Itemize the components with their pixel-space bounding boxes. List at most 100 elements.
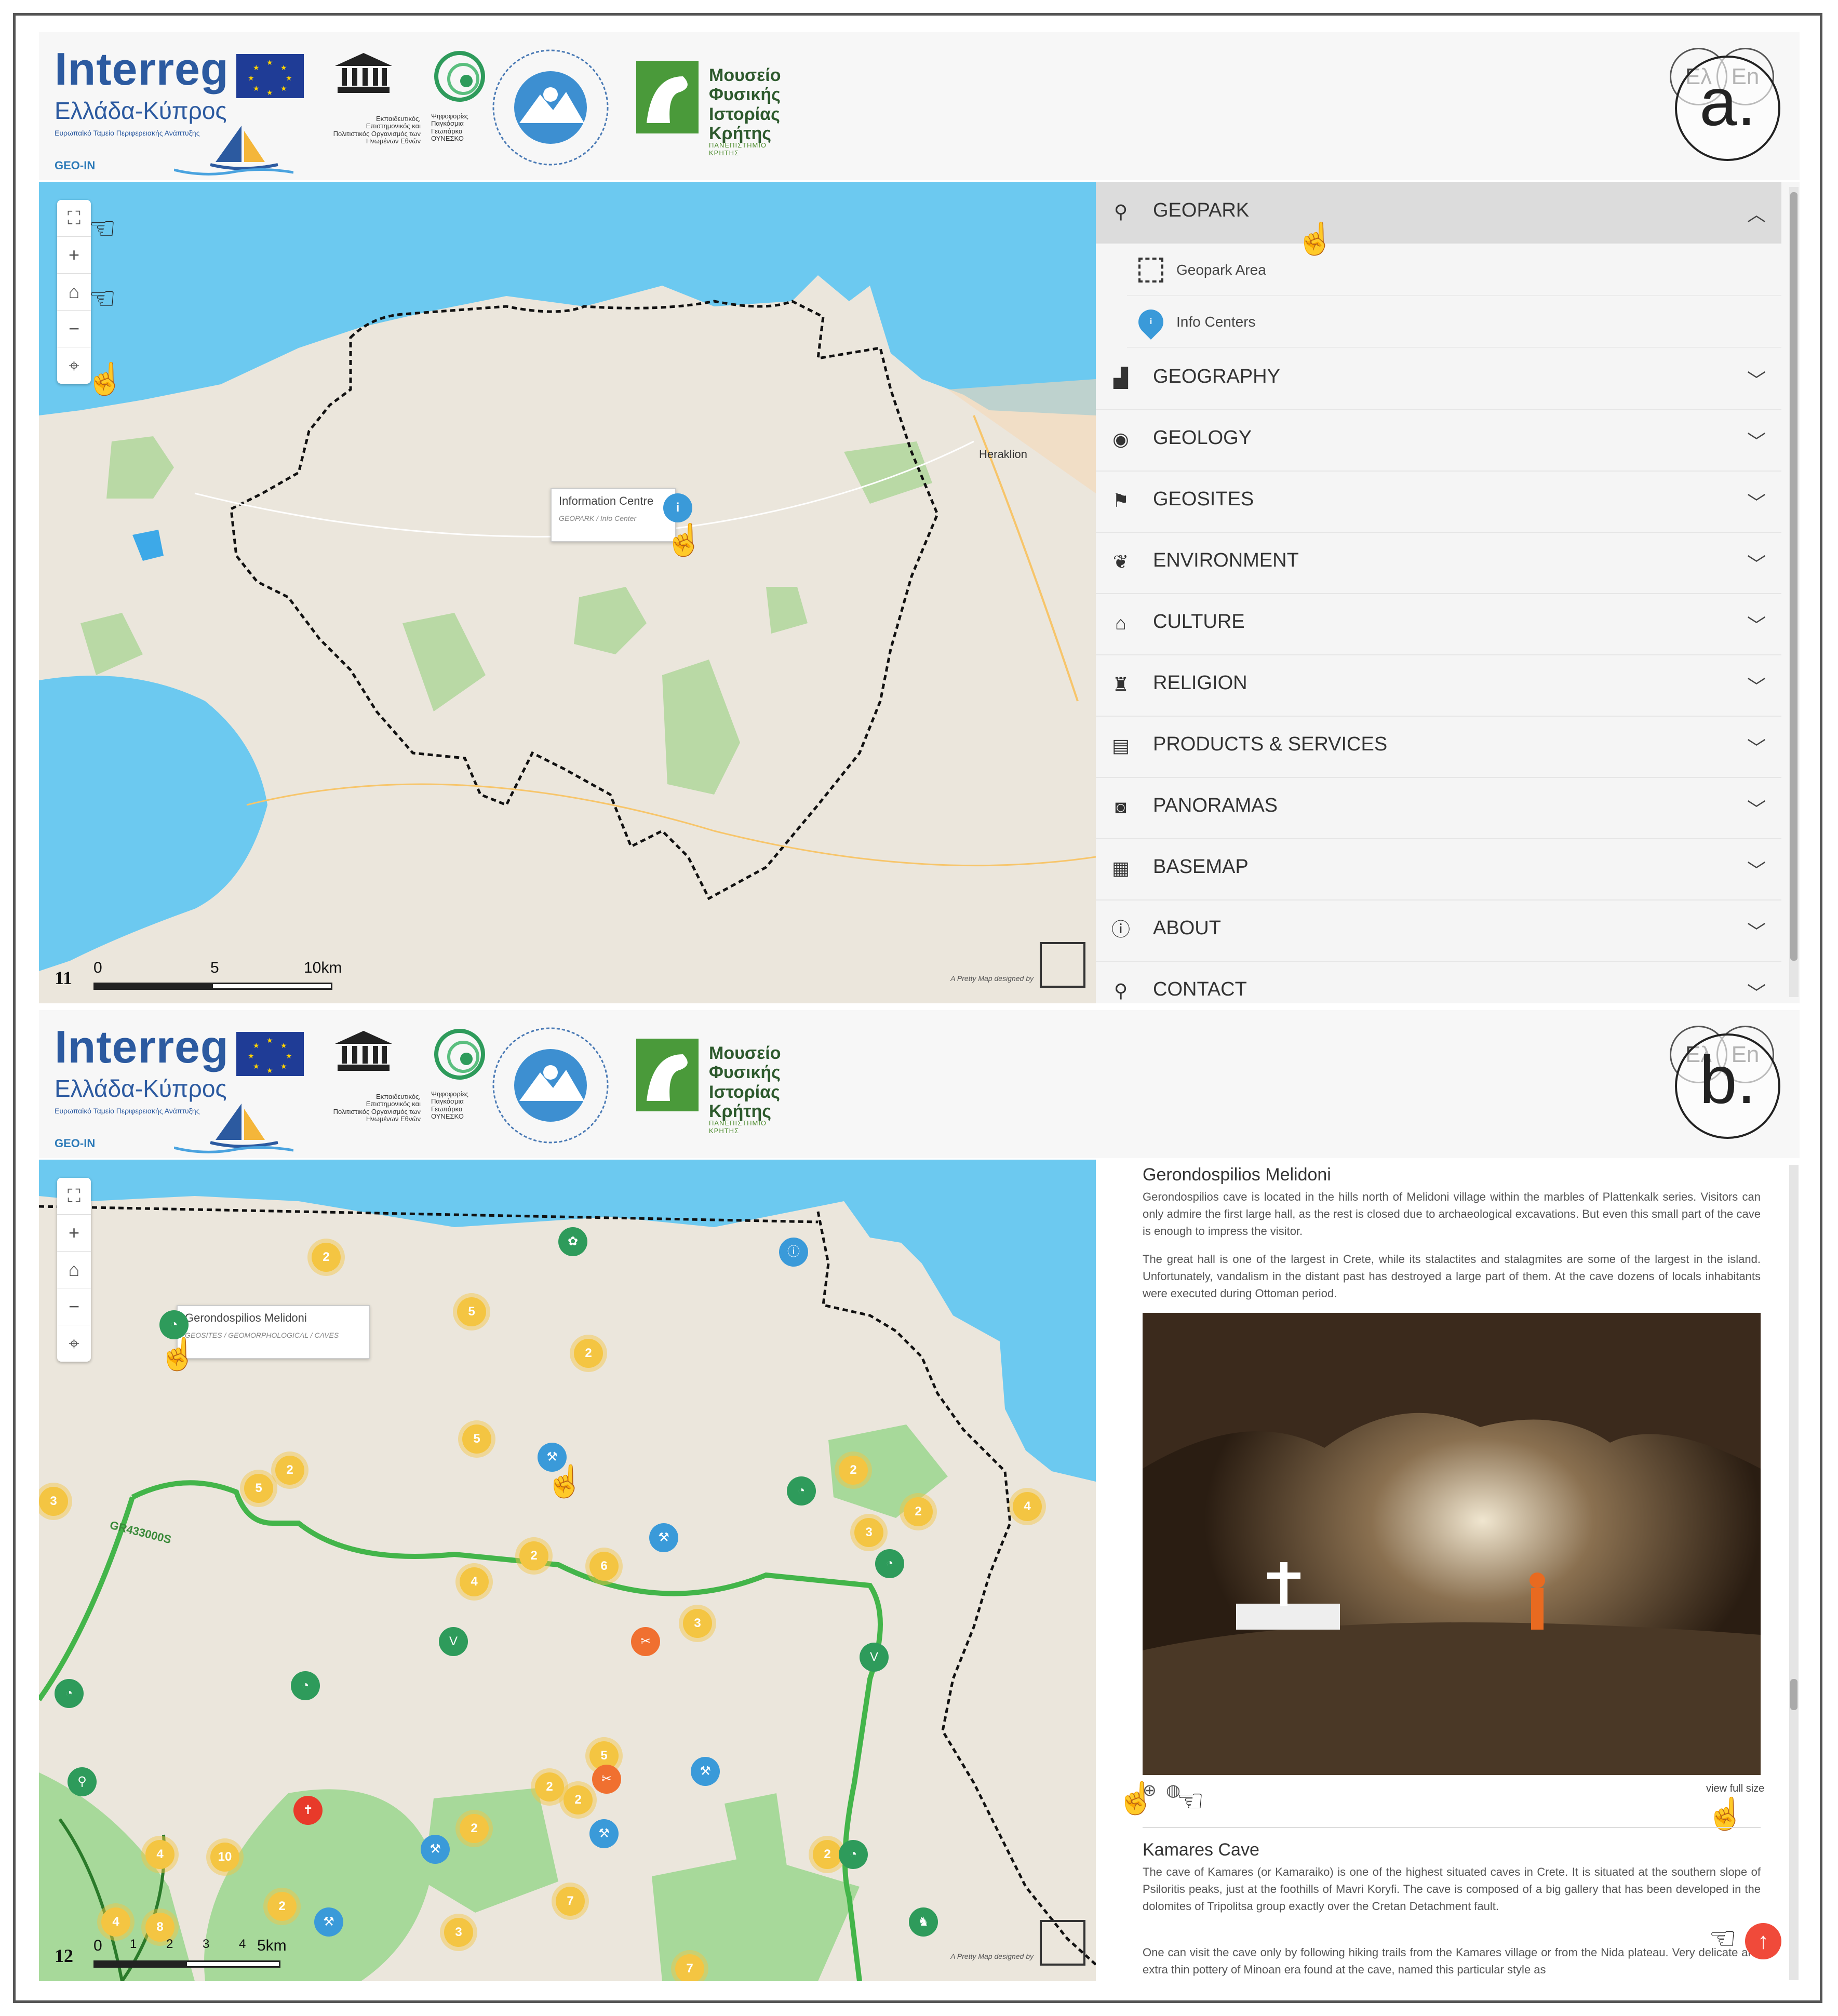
panel-a: Interreg Ελλάδα-Κύπρος Ευρωπαϊκό Ταμείο … xyxy=(39,32,1800,1003)
menu-item-about[interactable]: ⓘ ABOUT ﹀ xyxy=(1096,899,1781,962)
menu-item-panoramas[interactable]: ◙ PANORAMAS ﹀ xyxy=(1096,777,1781,839)
museum-logo: Μουσείο Φυσικής Ιστορίας Κρήτης ΠΑΝΕΠΙΣΤΗΜΙ… xyxy=(631,56,797,159)
fossil-marker-icon[interactable]: ✂ xyxy=(592,1765,621,1794)
cave-marker-icon[interactable]: ◔ xyxy=(839,1840,868,1869)
cluster-marker[interactable]: 2 xyxy=(460,1814,489,1843)
home-icon[interactable]: ⌂ xyxy=(57,274,91,311)
cluster-marker[interactable]: 3 xyxy=(444,1918,473,1947)
cluster-marker[interactable]: 4 xyxy=(1013,1492,1042,1521)
mine-marker-icon[interactable]: ⚒ xyxy=(589,1819,619,1848)
menu-item-geography[interactable]: ▟ GEOGRAPHY ﹀ xyxy=(1096,348,1781,410)
compass-icon: ◉ xyxy=(1112,428,1129,450)
animal-marker-icon[interactable]: ♞ xyxy=(909,1907,938,1937)
info-center-tooltip: Information Centre GEOPARK / Info Center xyxy=(551,488,676,542)
cluster-marker[interactable]: 2 xyxy=(535,1772,564,1802)
menu-item-geology[interactable]: ◉ GEOLOGY ﹀ xyxy=(1096,409,1781,472)
cave-marker-icon[interactable]: ◔ xyxy=(291,1671,320,1700)
unesco-logo: Εκπαιδευτικός, Επιστημονικός και Πολιτισ… xyxy=(332,50,421,165)
locate-icon[interactable]: ⌖ xyxy=(57,1325,91,1362)
info-marker-icon[interactable]: ⓘ xyxy=(779,1238,808,1267)
cluster-marker[interactable]: 2 xyxy=(275,1456,304,1485)
cluster-marker[interactable]: 2 xyxy=(904,1497,933,1526)
cluster-marker[interactable]: 4 xyxy=(101,1907,130,1937)
overview-map-icon[interactable] xyxy=(1040,1920,1085,1966)
cave-photo[interactable] xyxy=(1143,1313,1761,1775)
mine-marker-icon[interactable]: ⚒ xyxy=(314,1907,343,1937)
sidebar-scrollbar[interactable] xyxy=(1789,187,1799,997)
cluster-marker[interactable]: 2 xyxy=(839,1456,868,1485)
unesco-text: Εκπαιδευτικός, Επιστημονικός και Πολιτισ… xyxy=(333,115,421,145)
pointer-hand-icon: ☝ xyxy=(86,361,125,396)
cluster-marker[interactable]: 5 xyxy=(462,1424,491,1454)
map-view-b[interactable]: ⛶ + ⌂ − ⌖ GR433000S Gerondospilios Melid… xyxy=(39,1160,1096,1981)
unesco-text: Εκπαιδευτικός, Επιστημονικός και Πολιτισ… xyxy=(333,1093,421,1123)
menu-item-basemap[interactable]: ▦ BASEMAP ﹀ xyxy=(1096,838,1781,901)
cluster-marker[interactable]: 7 xyxy=(556,1887,585,1916)
cluster-marker[interactable]: 6 xyxy=(589,1552,619,1581)
menu-item-products-services[interactable]: ▤ PRODUCTS & SERVICES ﹀ xyxy=(1096,716,1781,778)
museum-name: Μουσείο Φυσικής Ιστορίας Κρήτης xyxy=(709,1043,781,1122)
psiloritis-geopark-logo xyxy=(488,1023,613,1148)
chevron-down-icon: ﹀ xyxy=(1747,983,1766,1003)
cave-marker-icon[interactable]: ◔ xyxy=(875,1549,904,1578)
cluster-marker[interactable]: 2 xyxy=(813,1840,842,1869)
view-full-size-link[interactable]: view full size xyxy=(1706,1783,1764,1795)
pointer-hand-icon: ☝ xyxy=(545,1464,584,1499)
viewpoint-marker-icon[interactable]: V xyxy=(860,1643,889,1672)
cluster-marker[interactable]: 3 xyxy=(39,1487,68,1516)
info-panel-scrollbar[interactable] xyxy=(1789,1165,1799,1980)
home-icon[interactable]: ⌂ xyxy=(57,1252,91,1288)
fossil-marker-icon[interactable]: ✂ xyxy=(631,1627,660,1656)
cluster-marker[interactable]: 2 xyxy=(574,1339,603,1368)
menu-item-contact[interactable]: ⚲ CONTACT ﹀ xyxy=(1096,961,1781,1003)
chevron-up-icon: ︿ xyxy=(1747,204,1766,225)
pin-marker-icon[interactable]: ⚲ xyxy=(68,1767,97,1796)
sailboat-icon xyxy=(174,1104,293,1153)
mine-marker-icon[interactable]: ⚒ xyxy=(421,1835,450,1864)
cave-marker-icon[interactable]: ◔ xyxy=(159,1310,189,1339)
menu-item-geosites[interactable]: ⚑ GEOSITES ﹀ xyxy=(1096,471,1781,533)
zoom-in-button[interactable]: + xyxy=(57,237,91,274)
menu-item-geopark[interactable]: ⚲ GEOPARK ︿ xyxy=(1096,182,1781,244)
scroll-to-top-button[interactable]: ↑ xyxy=(1745,1923,1781,1959)
overview-map-icon[interactable] xyxy=(1040,942,1085,988)
cluster-marker[interactable]: 2 xyxy=(312,1243,341,1272)
cluster-marker[interactable]: 2 xyxy=(564,1785,593,1815)
cave-marker-icon[interactable]: ◔ xyxy=(787,1476,816,1506)
cluster-marker[interactable]: 7 xyxy=(675,1954,704,1981)
zoom-in-button[interactable]: + xyxy=(57,1215,91,1252)
eu-flag-icon: ★ ★ ★ ★ ★ ★ ★ ★ xyxy=(236,1032,304,1076)
mine-marker-icon[interactable]: ⚒ xyxy=(649,1523,678,1552)
submenu-item-geopark-area[interactable]: Geopark Area xyxy=(1127,243,1781,296)
zoom-image-icon[interactable]: ⊕ xyxy=(1143,1780,1157,1800)
cluster-marker[interactable]: 4 xyxy=(460,1567,489,1596)
basemap-a xyxy=(39,182,1096,1003)
chevron-down-icon: ﹀ xyxy=(1747,431,1766,452)
cluster-marker[interactable]: 2 xyxy=(267,1892,297,1921)
menu-item-culture[interactable]: ⌂ CULTURE ﹀ xyxy=(1096,593,1781,655)
zoom-out-button[interactable]: − xyxy=(57,311,91,347)
cluster-marker[interactable]: 3 xyxy=(854,1518,883,1547)
cluster-marker[interactable]: 2 xyxy=(519,1541,548,1570)
chevron-down-icon: ﹀ xyxy=(1747,615,1766,636)
menu-item-religion[interactable]: ♜ RELIGION ﹀ xyxy=(1096,654,1781,717)
zoom-out-button[interactable]: − xyxy=(57,1288,91,1325)
viewpoint-marker-icon[interactable]: V xyxy=(439,1627,468,1656)
plant-marker-icon[interactable]: ✿ xyxy=(558,1227,587,1256)
info-center-marker-icon[interactable]: i xyxy=(663,493,692,522)
cluster-marker[interactable]: 5 xyxy=(244,1474,273,1503)
mine-marker-icon[interactable]: ⚒ xyxy=(691,1757,720,1786)
landmark-icon: ⌂ xyxy=(1115,612,1126,634)
fullscreen-icon[interactable]: ⛶ xyxy=(57,1178,91,1215)
cluster-marker[interactable]: 10 xyxy=(210,1843,239,1872)
cluster-marker[interactable]: 3 xyxy=(683,1609,712,1638)
fullscreen-icon[interactable]: ⛶ xyxy=(57,200,91,237)
unesco-logo: Εκπαιδευτικός, Επιστημονικός και Πολιτισ… xyxy=(332,1028,421,1143)
map-view-a[interactable]: ⛶ + ⌂ − ⌖ ☜ ☜ ☝ Information Centre GEOPA… xyxy=(39,182,1096,1003)
cave-marker-icon[interactable]: ◔ xyxy=(55,1679,84,1708)
religion-marker-icon[interactable]: ✝ xyxy=(293,1796,323,1825)
submenu-item-info-centers[interactable]: i Info Centers xyxy=(1127,295,1781,348)
menu-item-environment[interactable]: ❦ ENVIRONMENT ﹀ xyxy=(1096,532,1781,594)
cluster-marker[interactable]: 4 xyxy=(145,1840,175,1869)
cluster-marker[interactable]: 5 xyxy=(457,1297,486,1326)
